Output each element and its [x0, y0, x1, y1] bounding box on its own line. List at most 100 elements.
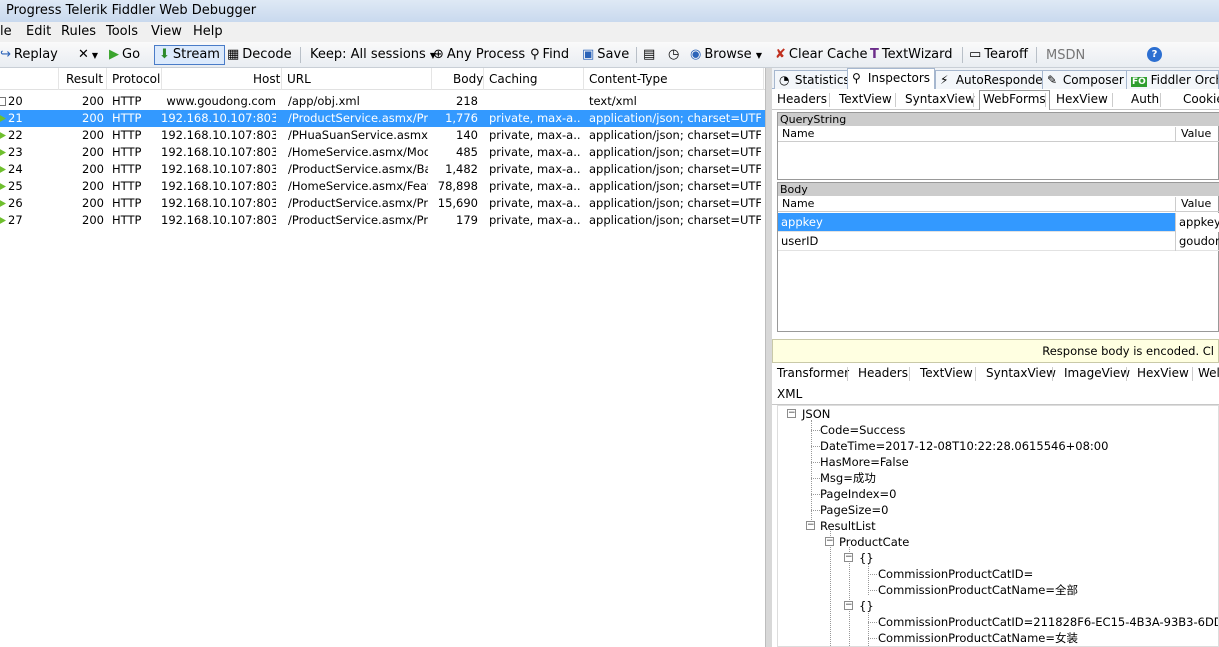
menu-tools[interactable]: Tools: [106, 24, 138, 39]
window-title: Progress Telerik Fiddler Web Debugger: [6, 3, 257, 18]
tab-request-hexview[interactable]: HexView: [1053, 91, 1111, 108]
tab-autoresponder[interactable]: ⚡ AutoResponder: [935, 70, 1053, 89]
clear-cache-button[interactable]: ✘ Clear Cache: [775, 45, 867, 65]
menu-view[interactable]: View: [151, 24, 182, 39]
tree-node-hasmore[interactable]: HasMore=False: [820, 455, 909, 469]
session-result: 200: [82, 94, 104, 108]
tree-node-msg[interactable]: Msg=成功: [820, 471, 876, 485]
tab-composer[interactable]: ✎ Composer: [1042, 70, 1129, 89]
replay-button[interactable]: ↪ Replay: [0, 45, 58, 65]
tree-node-object[interactable]: {}: [859, 599, 874, 613]
body-row[interactable]: appkey appkey: [778, 213, 1219, 232]
msdn-search-input[interactable]: MSDN Search...: [1041, 46, 1143, 82]
collapse-icon[interactable]: −: [806, 521, 815, 530]
tree-node-json[interactable]: JSON: [802, 407, 830, 421]
tree-node-datetime[interactable]: DateTime=2017-12-08T10:22:28.0615546+08:…: [820, 439, 1108, 453]
column-content-type[interactable]: Content-Type: [589, 72, 668, 86]
session-row[interactable]: 23 200 HTTP 192.168.10.107:8034/HomeService…: [0, 144, 765, 161]
tearoff-icon: ▭: [969, 47, 982, 62]
stream-button[interactable]: ⬇ Stream: [154, 45, 225, 65]
body-name-column[interactable]: Name: [782, 197, 814, 211]
session-content-type: application/json; charset=UTF8: [589, 179, 761, 193]
tree-node-catname[interactable]: CommissionProductCatName=女装: [878, 631, 1078, 645]
browse-button[interactable]: ◉ Browse ▼: [690, 45, 762, 65]
body-row-value[interactable]: goudong: [1175, 232, 1219, 251]
session-row[interactable]: 21 200 HTTP 192.168.10.107:8034/ProductServ…: [0, 110, 765, 127]
tab-request-auth[interactable]: Auth: [1128, 91, 1162, 108]
tab-request-textview[interactable]: TextView: [836, 91, 895, 108]
session-row[interactable]: 27 200 HTTP 192.168.10.107:8034/ProductServ…: [0, 212, 765, 229]
tab-response-headers[interactable]: Headers: [858, 365, 908, 382]
column-protocol[interactable]: Protocol: [112, 72, 160, 86]
tab-response-hexview[interactable]: HexView: [1137, 365, 1189, 382]
tab-response-webview[interactable]: Wel: [1198, 365, 1219, 382]
screenshot-button[interactable]: ▤: [643, 45, 658, 65]
tab-response-imageview[interactable]: ImageView: [1064, 365, 1130, 382]
find-button[interactable]: ⚲ Find: [530, 45, 569, 65]
menu-help[interactable]: Help: [193, 24, 223, 39]
tearoff-button[interactable]: ▭ Tearoff: [969, 45, 1028, 65]
keep-sessions-dropdown[interactable]: Keep: All sessions ▼: [310, 45, 436, 65]
column-result[interactable]: Result: [66, 72, 103, 86]
session-row[interactable]: 24 200 HTTP 192.168.10.107:8034/ProductServ…: [0, 161, 765, 178]
pane-splitter[interactable]: [765, 68, 772, 647]
column-body[interactable]: Body: [453, 72, 483, 86]
querystring-value-column[interactable]: Value: [1181, 127, 1211, 141]
tab-request-headers[interactable]: Headers: [774, 91, 830, 108]
tab-request-webforms[interactable]: WebForms: [979, 90, 1050, 110]
tab-response-textview[interactable]: TextView: [920, 365, 973, 382]
tab-statistics[interactable]: ◔ Statistics: [774, 70, 855, 89]
tab-inspectors[interactable]: ⚲ Inspectors: [847, 68, 936, 90]
session-row[interactable]: 26 200 HTTP 192.168.10.107:8034/ProductServ…: [0, 195, 765, 212]
tab-request-syntaxview[interactable]: SyntaxView: [902, 91, 978, 108]
body-row-value[interactable]: appkey: [1175, 213, 1219, 232]
go-button[interactable]: ▶ Go: [109, 45, 140, 65]
timer-button[interactable]: ◷: [668, 45, 682, 65]
tree-node-object[interactable]: {}: [859, 551, 874, 565]
querystring-name-column[interactable]: Name: [782, 127, 814, 141]
collapse-icon[interactable]: −: [844, 601, 853, 610]
remove-button[interactable]: ✕ ▼: [78, 45, 98, 65]
tree-node-resultlist[interactable]: ResultList: [820, 519, 876, 533]
encoded-response-notice[interactable]: Response body is encoded. Cl: [772, 339, 1219, 363]
session-result: 200: [82, 213, 104, 227]
column-caching[interactable]: Caching: [489, 72, 538, 86]
decode-button[interactable]: ▦ Decode: [227, 45, 292, 65]
session-row[interactable]: 22 200 HTTP 192.168.10.107:8034/PHuaSuanSer…: [0, 127, 765, 144]
tab-response-syntaxview[interactable]: SyntaxView: [986, 365, 1056, 382]
collapse-icon[interactable]: −: [825, 537, 834, 546]
body-value-column[interactable]: Value: [1181, 197, 1211, 211]
column-url[interactable]: URL: [287, 72, 311, 86]
session-body: 78,898: [437, 179, 478, 193]
menu-file[interactable]: le: [0, 24, 12, 39]
menu-rules[interactable]: Rules: [61, 24, 96, 39]
tree-node-code[interactable]: Code=Success: [820, 423, 905, 437]
session-url: /ProductService.asmx/Ba...: [288, 162, 428, 176]
tab-response-transformer[interactable]: Transformer: [777, 365, 849, 382]
tree-node-pagesize[interactable]: PageSize=0: [820, 503, 888, 517]
tree-node-pageindex[interactable]: PageIndex=0: [820, 487, 896, 501]
tree-node-catid[interactable]: CommissionProductCatID=211828F6-EC15-4B3…: [878, 615, 1218, 629]
tree-node-productcate[interactable]: ProductCate: [839, 535, 909, 549]
tab-response-xml[interactable]: XML: [777, 386, 802, 403]
any-process-button[interactable]: ⊕ Any Process: [433, 45, 525, 65]
session-id: 27: [8, 213, 23, 227]
tree-node-catname[interactable]: CommissionProductCatName=全部: [878, 583, 1078, 597]
textwizard-button[interactable]: T TextWizard: [870, 45, 953, 65]
session-row[interactable]: 25 200 HTTP 192.168.10.107:8034/HomeService…: [0, 178, 765, 195]
collapse-icon[interactable]: −: [787, 409, 796, 418]
save-button[interactable]: ▣ Save: [582, 45, 629, 65]
session-body: 218: [456, 94, 478, 108]
json-tree: − JSON Code=Success DateTime=2017-12-08T…: [777, 405, 1219, 647]
session-host: 192.168.10.107:8034: [161, 145, 276, 159]
column-host[interactable]: Host: [253, 72, 280, 86]
help-icon[interactable]: ?: [1147, 47, 1162, 62]
session-row[interactable]: 20 200 HTTP www.goudong.com/app/obj.xml 218 t…: [0, 93, 765, 110]
request-tabs: Headers TextView SyntaxView WebForms Hex…: [772, 89, 1219, 110]
body-row[interactable]: userID goudong: [778, 232, 1219, 251]
collapse-icon[interactable]: −: [844, 553, 853, 562]
tree-node-catid[interactable]: CommissionProductCatID=: [878, 567, 1033, 581]
tab-request-cookies[interactable]: Cookies: [1180, 91, 1219, 108]
menu-edit[interactable]: Edit: [26, 24, 51, 39]
tab-fiddler-orchestra[interactable]: FO Fiddler Orches: [1126, 70, 1219, 89]
